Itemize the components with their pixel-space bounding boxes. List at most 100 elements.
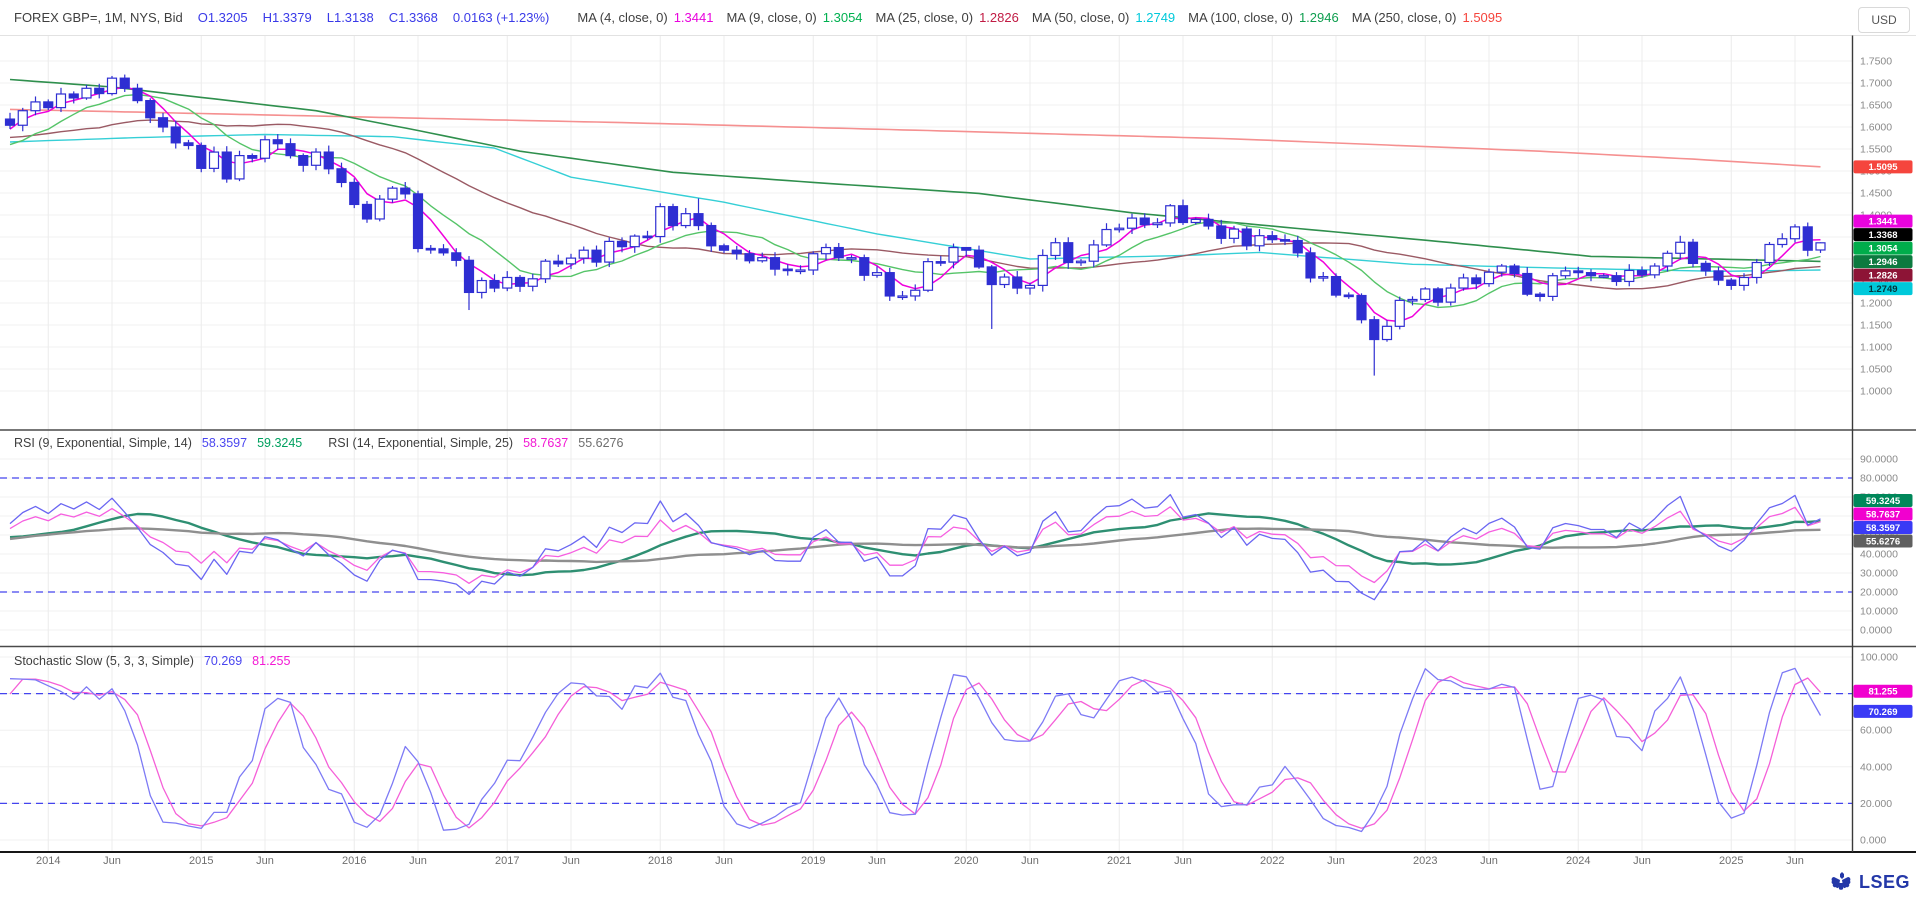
ma-legend-item[interactable]: MA (4, close, 0)1.3441: [577, 10, 713, 25]
svg-text:1.2826: 1.2826: [1868, 270, 1897, 281]
ma-legend-item[interactable]: MA (50, close, 0) 1.2749: [1032, 10, 1175, 25]
rsi-lines: [10, 495, 1821, 600]
svg-text:1.6500: 1.6500: [1860, 100, 1892, 112]
svg-text:Jun: Jun: [103, 855, 121, 867]
svg-text:80.0000: 80.0000: [1860, 473, 1898, 485]
ma-legend-item-value: 1.2826: [979, 10, 1019, 25]
svg-text:58.7637: 58.7637: [1866, 509, 1900, 520]
svg-text:1.2000: 1.2000: [1860, 298, 1892, 310]
svg-text:Jun: Jun: [1786, 855, 1804, 867]
axis-value-badge: 81.255: [1854, 685, 1913, 698]
axis-value-badge: 1.2749: [1854, 282, 1913, 295]
svg-text:0.000: 0.000: [1860, 835, 1886, 847]
svg-text:2025: 2025: [1719, 855, 1743, 867]
svg-text:2022: 2022: [1260, 855, 1284, 867]
svg-text:58.3597: 58.3597: [1866, 523, 1900, 534]
x-axis-labels: 2014Jun2015Jun2016Jun2017Jun2018Jun2019J…: [36, 855, 1804, 867]
currency-button[interactable]: USD: [1858, 7, 1910, 33]
svg-text:1.1500: 1.1500: [1860, 320, 1892, 332]
svg-text:2015: 2015: [189, 855, 213, 867]
svg-text:2018: 2018: [648, 855, 672, 867]
svg-text:Jun: Jun: [1480, 855, 1498, 867]
svg-text:Jun: Jun: [1021, 855, 1039, 867]
lseg-crest-icon: [1828, 869, 1854, 895]
rsi14-smooth-value: 55.6276: [578, 436, 623, 450]
ma-100-line: [10, 80, 1821, 262]
svg-text:1.2946: 1.2946: [1868, 257, 1897, 268]
svg-text:20.0000: 20.0000: [1860, 587, 1898, 599]
svg-text:1.3368: 1.3368: [1868, 230, 1897, 241]
svg-text:2017: 2017: [495, 855, 519, 867]
svg-text:40.000: 40.000: [1860, 761, 1892, 773]
svg-text:20.000: 20.000: [1860, 798, 1892, 810]
svg-text:1.7500: 1.7500: [1860, 56, 1892, 68]
ma-legend-item-value: 1.2749: [1135, 10, 1175, 25]
ma-legend-item-label: MA (25, close, 0): [876, 10, 974, 25]
chart-canvas[interactable]: 1.75001.70001.65001.60001.55001.50001.45…: [0, 0, 1916, 905]
svg-text:Jun: Jun: [1174, 855, 1192, 867]
price-axis-labels: 1.75001.70001.65001.60001.55001.50001.45…: [1860, 56, 1898, 847]
rsi-legend-label-1[interactable]: RSI (9, Exponential, Simple, 14): [14, 436, 192, 450]
ma-legend-item-value: 1.2946: [1299, 10, 1339, 25]
svg-text:55.6276: 55.6276: [1866, 536, 1900, 547]
svg-text:Jun: Jun: [868, 855, 886, 867]
ma-25-line: [10, 120, 1821, 289]
svg-text:1.5500: 1.5500: [1860, 144, 1892, 156]
axis-value-badge: 59.3245: [1854, 494, 1913, 507]
axis-value-badge: 58.3597: [1854, 521, 1913, 534]
instrument-title[interactable]: FOREX GBP=, 1M, NYS, Bid: [14, 10, 183, 25]
axis-value-badge: 58.7637: [1854, 508, 1913, 521]
stochastic-legend-label[interactable]: Stochastic Slow (5, 3, 3, Simple): [14, 654, 194, 668]
svg-text:1.3054: 1.3054: [1868, 243, 1898, 254]
axis-value-badge: 1.3054: [1854, 242, 1913, 255]
high-value: H1.3379: [263, 10, 312, 25]
ma-legend-item[interactable]: MA (9, close, 0)1.3054: [726, 10, 862, 25]
open-value: O1.3205: [198, 10, 248, 25]
svg-text:40.0000: 40.0000: [1860, 549, 1898, 561]
svg-text:2014: 2014: [36, 855, 60, 867]
svg-text:90.0000: 90.0000: [1860, 454, 1898, 466]
ma-legend-item-label: MA (50, close, 0): [1032, 10, 1130, 25]
svg-text:59.3245: 59.3245: [1866, 496, 1901, 507]
ma-legend-item-value: 1.5095: [1462, 10, 1502, 25]
change-value: 0.0163 (+1.23%): [453, 10, 549, 25]
rsi14-value: 58.7637: [523, 436, 568, 450]
ma-legend-item-label: MA (100, close, 0): [1188, 10, 1293, 25]
stochastic-lines: [10, 668, 1821, 831]
svg-text:Jun: Jun: [562, 855, 580, 867]
svg-text:1.0500: 1.0500: [1860, 364, 1892, 376]
ma-legend-item[interactable]: MA (100, close, 0) 1.2946: [1188, 10, 1339, 25]
svg-text:60.000: 60.000: [1860, 725, 1892, 737]
svg-text:1.3441: 1.3441: [1868, 216, 1898, 227]
ma-legend-item-label: MA (4, close, 0): [577, 10, 667, 25]
rsi-legend-label-2[interactable]: RSI (14, Exponential, Simple, 25): [328, 436, 513, 450]
svg-text:2019: 2019: [801, 855, 825, 867]
axis-value-badge: 1.2826: [1854, 269, 1913, 282]
svg-text:Jun: Jun: [409, 855, 427, 867]
axis-value-badge: 1.3441: [1854, 215, 1913, 228]
svg-text:30.0000: 30.0000: [1860, 568, 1898, 580]
axis-value-badge: 55.6276: [1854, 535, 1913, 548]
rsi9-value: 58.3597: [202, 436, 247, 450]
close-value: C1.3368: [389, 10, 438, 25]
svg-text:Jun: Jun: [256, 855, 274, 867]
svg-text:Jun: Jun: [1633, 855, 1651, 867]
svg-text:81.255: 81.255: [1868, 687, 1898, 698]
svg-text:1.4500: 1.4500: [1860, 188, 1892, 200]
ma-legend-item[interactable]: MA (250, close, 0) 1.5095: [1352, 10, 1503, 25]
svg-text:2020: 2020: [954, 855, 978, 867]
chart-application: FOREX GBP=, 1M, NYS, Bid O1.3205 H1.3379…: [0, 0, 1916, 905]
svg-text:2024: 2024: [1566, 855, 1590, 867]
low-value: L1.3138: [327, 10, 374, 25]
svg-text:100.000: 100.000: [1860, 652, 1898, 664]
rsi9-smooth-value: 59.3245: [257, 436, 302, 450]
ma-legend: MA (4, close, 0)1.3441 MA (9, close, 0)1.…: [564, 10, 1502, 25]
rsi-legend: RSI (9, Exponential, Simple, 14) 58.3597…: [14, 436, 623, 450]
svg-text:0.0000: 0.0000: [1860, 625, 1892, 637]
chart-header: FOREX GBP=, 1M, NYS, Bid O1.3205 H1.3379…: [0, 0, 1864, 35]
axis-value-badge: 70.269: [1854, 705, 1913, 718]
ma-legend-item[interactable]: MA (25, close, 0) 1.2826: [876, 10, 1019, 25]
axis-value-badge: 1.3368: [1854, 228, 1913, 241]
candles-layer: [6, 75, 1826, 376]
ma-legend-item-label: MA (250, close, 0): [1352, 10, 1457, 25]
